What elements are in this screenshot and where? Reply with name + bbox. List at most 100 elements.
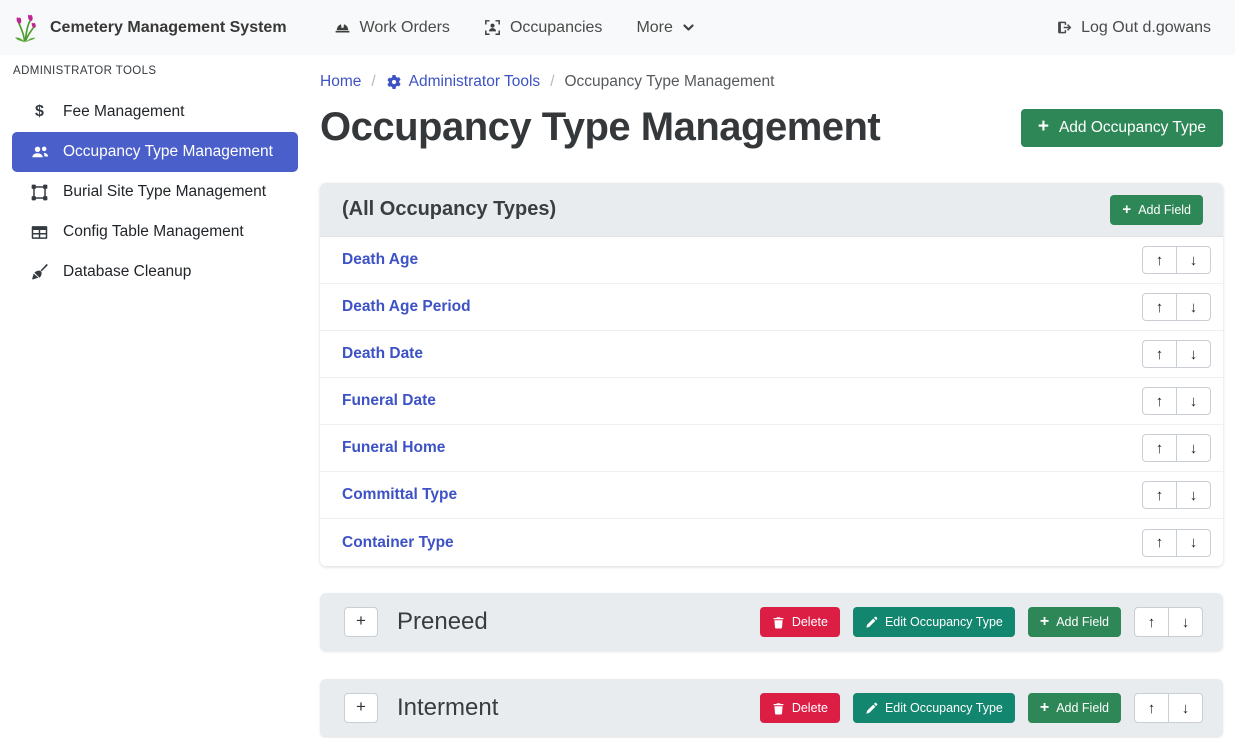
main-content: Home / Administrator Tools / Occupancy Type … [310,55,1235,738]
arrow-down-icon: ↓ [1190,394,1198,409]
panel-title: (All Occupancy Types) [342,198,556,221]
gear-icon [386,74,402,90]
title-row: Occupancy Type Management + Add Occupanc… [320,105,1223,150]
move-down-button[interactable]: ↓ [1176,387,1211,415]
field-row-funeral-home: Funeral Home ↑↓ [320,425,1223,472]
move-up-button[interactable]: ↑ [1142,529,1177,557]
arrow-down-icon: ↓ [1190,347,1198,362]
delete-button[interactable]: Delete [760,693,840,723]
field-link-death-date[interactable]: Death Date [342,345,423,363]
arrow-up-icon: ↑ [1156,535,1164,550]
edit-occupancy-type-button[interactable]: Edit Occupancy Type [853,693,1015,723]
sidebar-item-label: Config Table Management [63,223,244,241]
move-up-button[interactable]: ↑ [1142,481,1177,509]
field-list: Death Age↑↓Death Age Period↑↓Death Date↑… [320,237,1223,566]
sidebar-item-occupancy-type-management[interactable]: Occupancy Type Management [12,132,298,172]
reorder-button-group: ↑↓ [1134,693,1203,723]
trash-icon [772,702,785,715]
sidebar-item-fee-management[interactable]: $Fee Management [12,92,298,132]
field-link-death-age[interactable]: Death Age [342,251,418,269]
expand-button[interactable]: + [344,693,378,723]
arrow-up-icon: ↑ [1156,488,1164,503]
reorder-button-group: ↑↓ [1142,434,1211,462]
move-up-button[interactable]: ↑ [1142,434,1177,462]
arrow-down-icon: ↓ [1190,488,1198,503]
nav-item-work-orders[interactable]: Work Orders [317,11,467,45]
add-field-button-label: Add Field [1056,701,1109,715]
move-up-button[interactable]: ↑ [1134,693,1169,723]
move-up-button[interactable]: ↑ [1134,607,1169,637]
logout-button[interactable]: Log Out d.gowans [1055,19,1211,37]
edit-occupancy-type-button-label: Edit Occupancy Type [885,615,1003,629]
nav-item-label: More [636,19,672,37]
sidebar: ADMINISTRATOR TOOLS $Fee ManagementOccup… [0,55,310,738]
breadcrumb-separator: / [550,73,554,91]
delete-button-label: Delete [792,701,828,715]
move-down-button[interactable]: ↓ [1176,340,1211,368]
arrow-up-icon: ↑ [1156,253,1164,268]
logout-label: Log Out d.gowans [1081,19,1211,37]
move-down-button[interactable]: ↓ [1176,529,1211,557]
arrow-down-icon: ↓ [1182,701,1190,716]
app-brand[interactable]: Cemetery Management System [12,12,287,44]
sidebar-item-label: Fee Management [63,103,185,121]
delete-button[interactable]: Delete [760,607,840,637]
sidebar-item-label: Burial Site Type Management [63,183,266,201]
navbar-menu: Work Orders Occupancies More [317,11,712,45]
field-link-funeral-home[interactable]: Funeral Home [342,439,445,457]
field-link-death-age-period[interactable]: Death Age Period [342,298,471,316]
add-field-button[interactable]: +Add Field [1028,693,1121,723]
add-field-button[interactable]: + Add Field [1110,195,1203,225]
field-row-death-date: Death Date ↑ ↓ [320,331,1223,378]
move-down-button[interactable]: ↓ [1176,434,1211,462]
move-down-button[interactable]: ↓ [1176,246,1211,274]
move-down-button[interactable]: ↓ [1176,293,1211,321]
move-up-button[interactable]: ↑ [1142,387,1177,415]
sidebar-item-database-cleanup[interactable]: Database Cleanup [12,252,298,292]
move-down-button[interactable]: ↓ [1168,607,1203,637]
breadcrumb-item-home[interactable]: Home [320,73,361,91]
add-field-button[interactable]: +Add Field [1028,607,1121,637]
arrow-down-icon: ↓ [1190,253,1198,268]
move-down-button[interactable]: ↓ [1168,693,1203,723]
page-title: Occupancy Type Management [320,105,880,150]
reorder-button-group: ↑↓ [1142,387,1211,415]
move-up-button[interactable]: ↑ [1142,340,1177,368]
plus-icon: + [1038,117,1049,136]
add-field-button-label: Add Field [1056,615,1109,629]
sidebar-item-config-table-management[interactable]: Config Table Management [12,212,298,252]
arrow-up-icon: ↑ [1148,615,1156,630]
delete-button-label: Delete [792,615,828,629]
reorder-button-group: ↑↓ [1134,607,1203,637]
broom-icon [29,263,50,281]
users-icon [29,143,50,161]
arrow-down-icon: ↓ [1182,615,1190,630]
nav-item-label: Occupancies [510,19,603,37]
top-navbar: Cemetery Management System Work Orders Oc… [0,0,1235,55]
field-link-funeral-date[interactable]: Funeral Date [342,392,436,410]
reorder-button-group: ↑↓ [1142,529,1211,557]
sidebar-item-burial-site-type-management[interactable]: Burial Site Type Management [12,172,298,212]
arrow-down-icon: ↓ [1190,535,1198,550]
field-link-container-type[interactable]: Container Type [342,534,454,552]
edit-occupancy-type-button[interactable]: Edit Occupancy Type [853,607,1015,637]
move-down-button[interactable]: ↓ [1176,481,1211,509]
breadcrumb-item-administrator-tools[interactable]: Administrator Tools [386,73,541,91]
sidebar-item-label: Occupancy Type Management [63,143,273,161]
field-link-committal-type[interactable]: Committal Type [342,486,457,504]
move-up-button[interactable]: ↑ [1142,293,1177,321]
all-occupancy-types-panel: (All Occupancy Types) + Add Field Death … [320,183,1223,566]
reorder-button-group: ↑↓ [1142,246,1211,274]
occupancy-type-name: Interment [397,694,498,722]
breadcrumb-label: Administrator Tools [409,73,541,91]
trash-icon [772,616,785,629]
arrow-up-icon: ↑ [1156,300,1164,315]
breadcrumb-separator: / [371,73,375,91]
move-up-button[interactable]: ↑ [1142,246,1177,274]
add-occupancy-type-button[interactable]: + Add Occupancy Type [1021,109,1223,147]
nav-item-occupancies[interactable]: Occupancies [467,11,620,45]
nav-item-more[interactable]: More [619,11,711,45]
arrow-up-icon: ↑ [1156,394,1164,409]
field-row-container-type: Container Type↑↓ [320,519,1223,566]
expand-button[interactable]: + [344,607,378,637]
